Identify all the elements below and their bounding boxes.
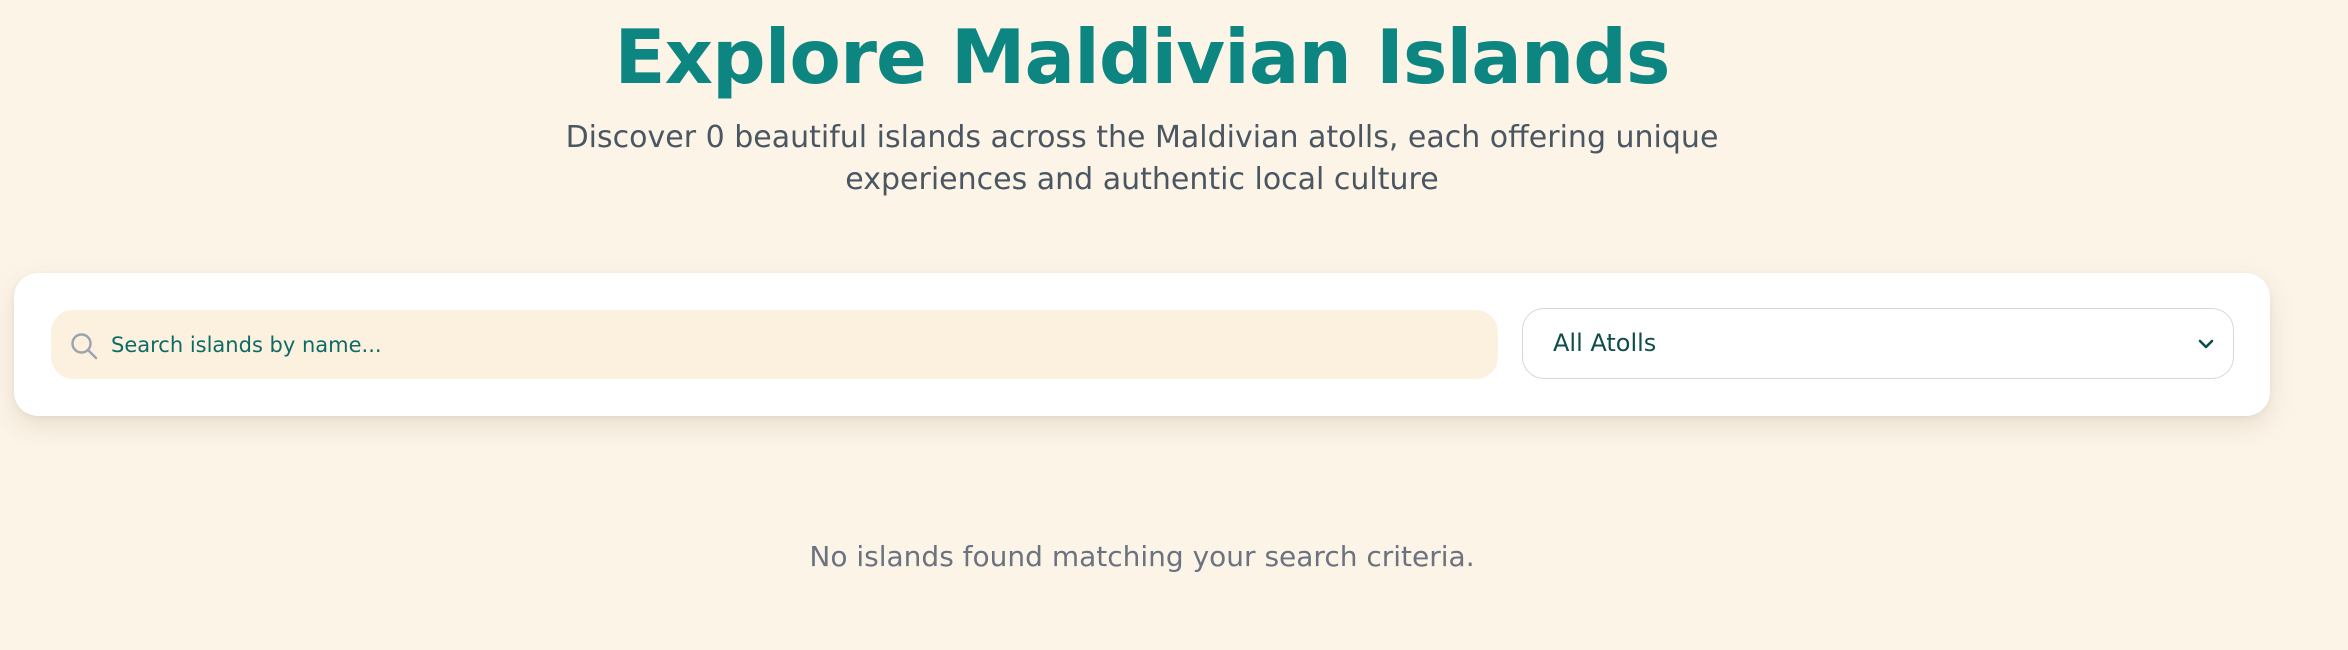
atoll-select-value: All Atolls bbox=[1553, 329, 1657, 357]
search-input[interactable] bbox=[111, 310, 1481, 379]
page-subtitle: Discover 0 beautiful islands across the … bbox=[565, 120, 1719, 197]
search-icon bbox=[70, 332, 98, 360]
chevron-down-icon bbox=[2197, 335, 2215, 353]
search-box[interactable] bbox=[51, 310, 1498, 379]
empty-results-message: No islands found matching your search cr… bbox=[809, 540, 1475, 573]
atoll-select[interactable]: All Atolls bbox=[1522, 308, 2234, 379]
filter-card: All Atolls bbox=[14, 273, 2270, 416]
page-title: Explore Maldivian Islands bbox=[614, 13, 1670, 101]
